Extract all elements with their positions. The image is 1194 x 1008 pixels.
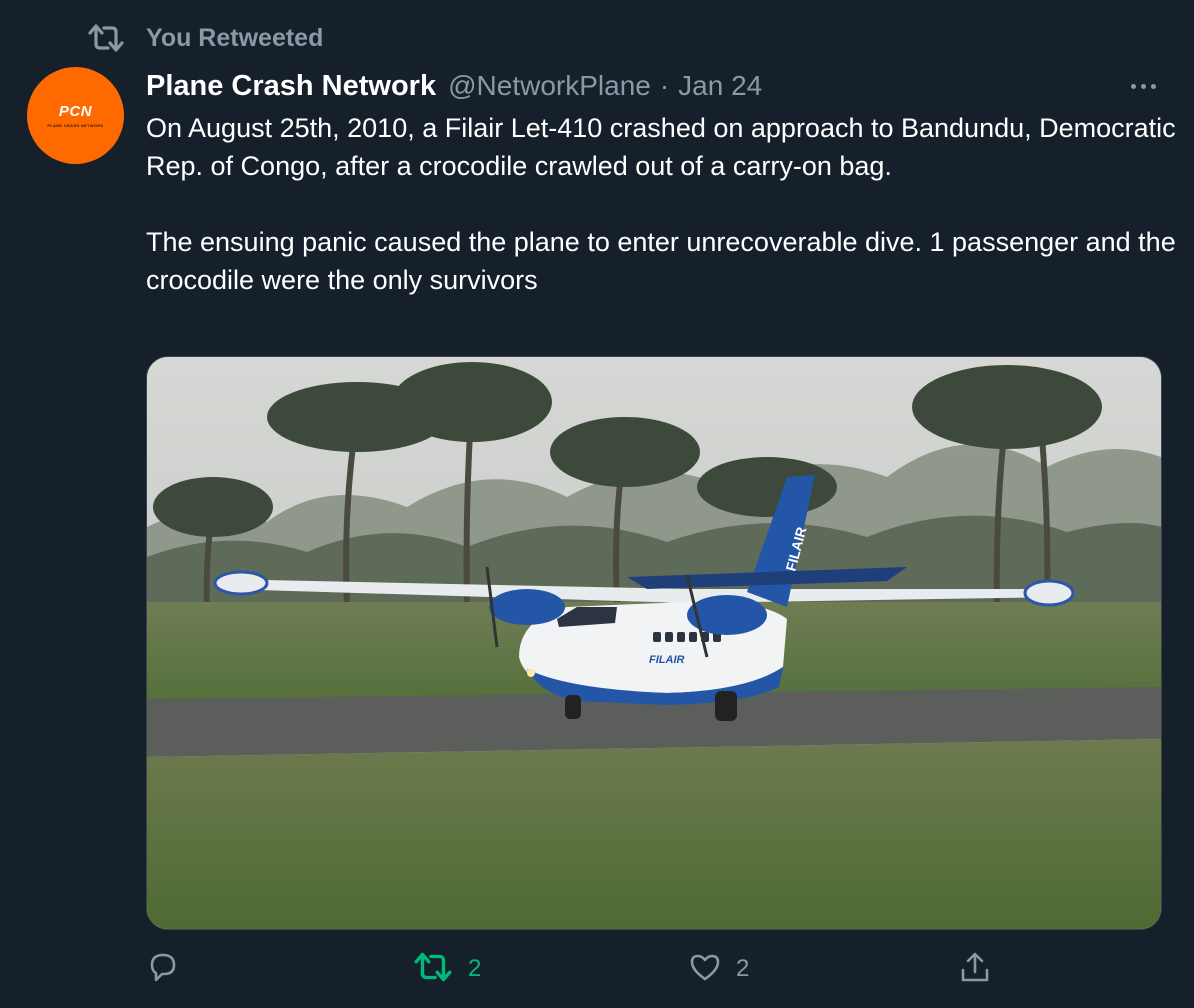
avatar-text: PCN [58, 102, 93, 120]
tweet-media-image[interactable]: FILAIR FILAIR [146, 356, 1162, 930]
avatar[interactable]: PCN PLANE CRASH NETWORK [27, 67, 124, 164]
author-name[interactable]: Plane Crash Network [146, 70, 436, 103]
airplane-photo: FILAIR FILAIR [147, 357, 1161, 929]
tweet-text: On August 25th, 2010, a Filair Let-410 c… [146, 109, 1176, 299]
fuselage-text: FILAIR [649, 654, 684, 666]
more-options-icon[interactable] [1122, 72, 1164, 100]
retweet-count: 2 [468, 955, 482, 982]
retweet-banner: You Retweeted [86, 20, 323, 56]
author-handle[interactable]: @NetworkPlane [448, 70, 651, 102]
separator-dot: · [659, 70, 670, 101]
tweet-header: Plane Crash Network @NetworkPlane · Jan … [146, 66, 762, 106]
retweet-banner-label[interactable]: You Retweeted [146, 24, 323, 53]
like-button[interactable]: 2 [688, 946, 749, 992]
reply-icon [146, 950, 180, 989]
tweet-action-bar: 2 2 [146, 946, 1046, 992]
share-icon [958, 950, 992, 989]
tweet-paragraph: The ensuing panic caused the plane to en… [146, 227, 1176, 295]
tweet-date[interactable]: Jan 24 [678, 70, 762, 102]
avatar-subtext: PLANE CRASH NETWORK [47, 122, 104, 128]
retweet-button[interactable]: 2 [412, 946, 481, 992]
reply-button[interactable] [146, 946, 194, 992]
heart-icon [688, 950, 722, 989]
tweet-paragraph: On August 25th, 2010, a Filair Let-410 c… [146, 113, 1176, 181]
retweet-icon [86, 20, 126, 56]
like-count: 2 [736, 955, 750, 982]
retweet-icon [412, 950, 454, 989]
share-button[interactable] [958, 946, 1006, 992]
